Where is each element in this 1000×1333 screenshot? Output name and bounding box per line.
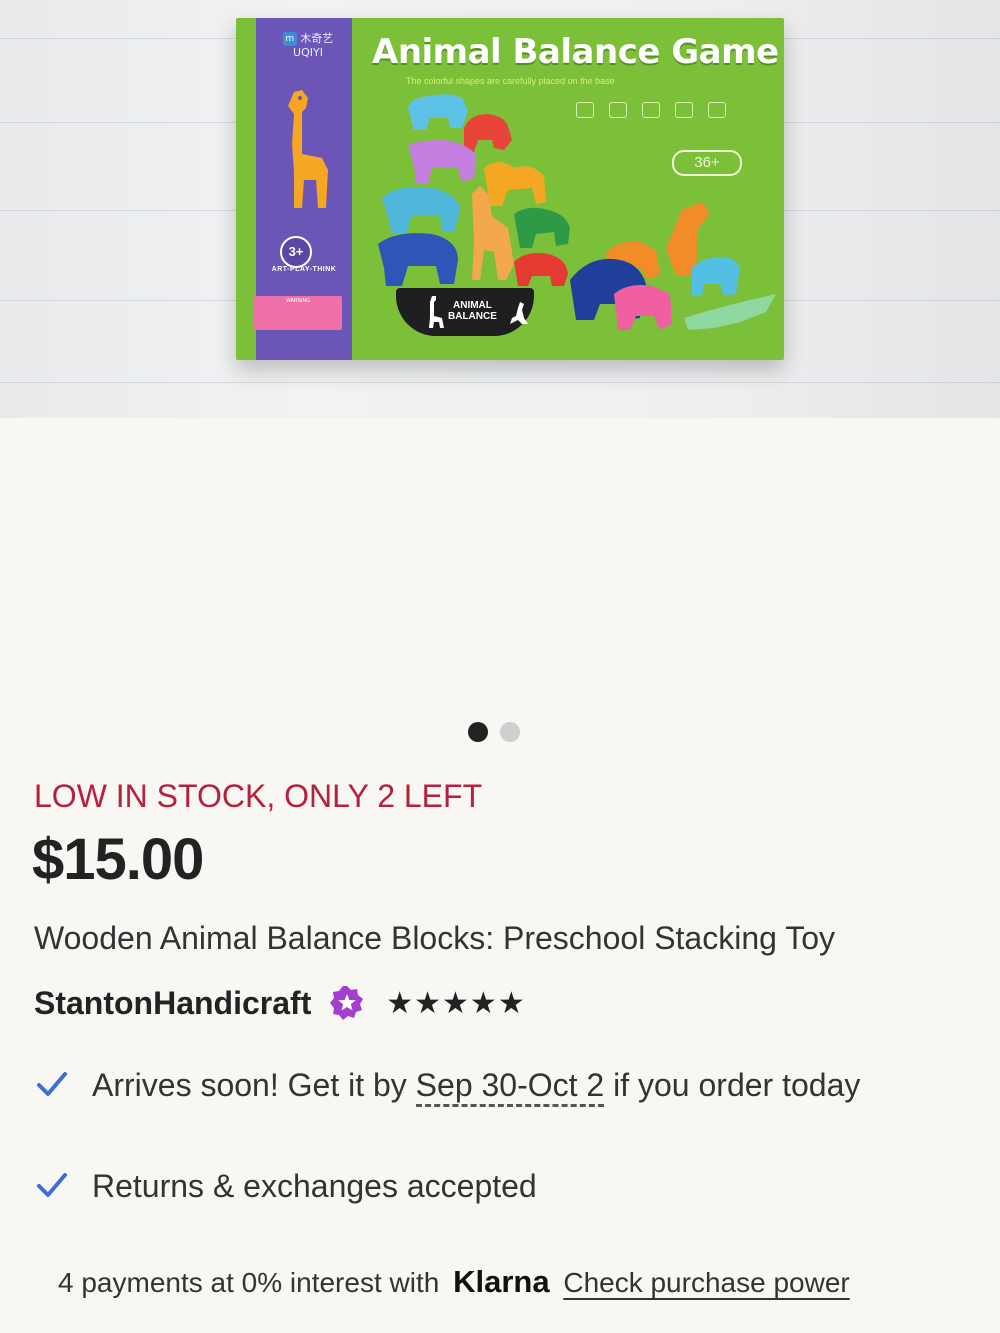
giraffe-silhouette-icon [429, 296, 444, 328]
stock-notice: LOW IN STOCK, ONLY 2 LEFT [34, 778, 483, 814]
carousel-dot-1[interactable] [468, 722, 488, 742]
klarna-payment-row: 4 payments at 0% interest with Klarna Ch… [58, 1264, 850, 1300]
check-purchase-power-link[interactable]: Check purchase power [563, 1267, 849, 1298]
delivery-text-suffix: if you order today [604, 1067, 861, 1103]
product-image[interactable]: m 木奇艺 UQIYI 3+ ART-PLAY-THINK WARNING An… [0, 0, 1000, 418]
stand-label-line2: BALANCE [448, 311, 497, 322]
returns-text: Returns & exchanges accepted [92, 1168, 537, 1204]
price: $15.00 [32, 827, 204, 892]
kangaroo-silhouette-icon [510, 302, 528, 324]
delivery-text-prefix: Arrives soon! Get it by [92, 1067, 416, 1103]
carousel-dot-2[interactable] [500, 722, 520, 742]
box-stand-label: ANIMAL BALANCE [448, 300, 497, 322]
klarna-logo: Klarna [453, 1264, 550, 1299]
klarna-text: 4 payments at 0% interest with [58, 1267, 440, 1298]
check-icon [37, 1173, 67, 1197]
carousel-indicator [468, 722, 532, 747]
star-seller-icon [329, 986, 363, 1020]
check-icon [37, 1072, 67, 1096]
seller-name-link[interactable]: StantonHandicraft [34, 985, 311, 1022]
seller-row: StantonHandicraft ★★★★★ [34, 984, 526, 1028]
product-box: m 木奇艺 UQIYI 3+ ART-PLAY-THINK WARNING An… [236, 18, 784, 360]
rating-stars[interactable]: ★★★★★ [386, 986, 525, 1021]
box-stand-graphic: ANIMAL BALANCE [396, 288, 534, 336]
stand-label-line1: ANIMAL [453, 300, 492, 311]
delivery-text: Arrives soon! Get it by Sep 30-Oct 2 if … [92, 1064, 972, 1107]
product-title: Wooden Animal Balance Blocks: Preschool … [34, 920, 836, 956]
delivery-dates-link[interactable]: Sep 30-Oct 2 [415, 1067, 605, 1107]
table-grain [0, 382, 1000, 383]
